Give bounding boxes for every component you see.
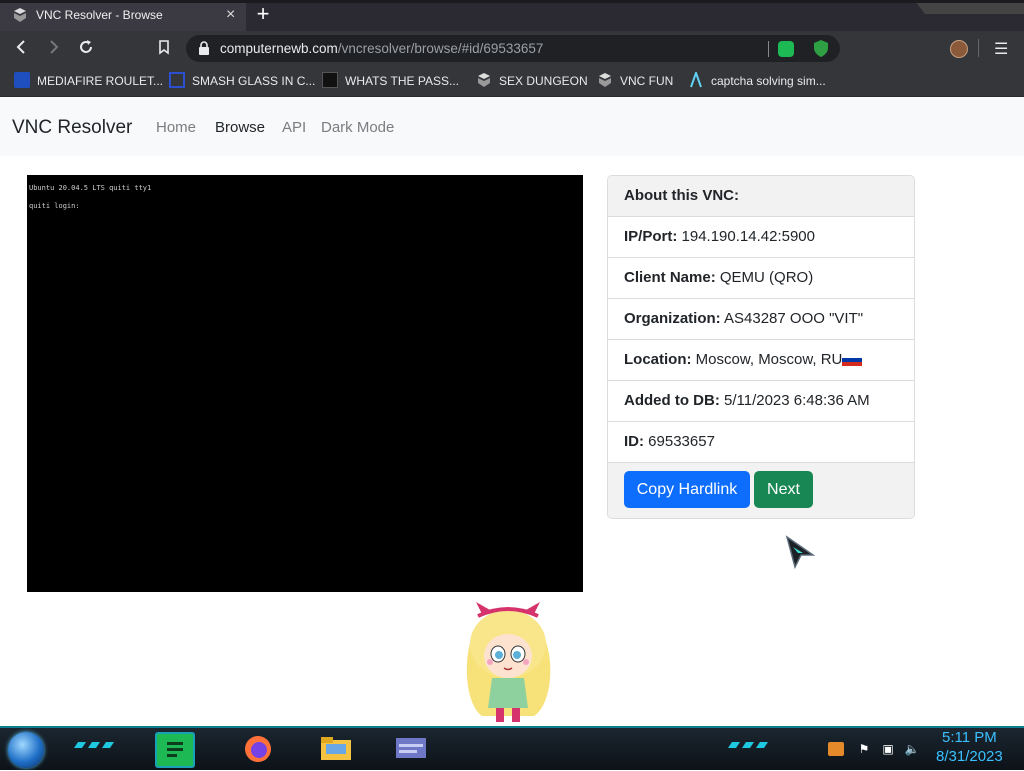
url-text: computernewb.com/vncresolver/browse/#id/… xyxy=(220,41,544,56)
bookmark-item[interactable]: MEDIAFIRE ROULET... xyxy=(14,72,163,88)
card-footer: Copy Hardlink Next xyxy=(608,463,914,518)
window-app-icon[interactable] xyxy=(393,732,429,764)
info-row-location: Location: Moscow, Moscow, RU xyxy=(608,340,914,381)
console-line: quiti login: xyxy=(29,202,80,210)
address-bar[interactable]: computernewb.com/vncresolver/browse/#id/… xyxy=(186,35,840,62)
tab-strip: VNC Resolver - Browse × + xyxy=(0,0,1024,31)
info-row-ip: IP/Port: 194.190.14.42:5900 xyxy=(608,217,914,258)
info-row-id: ID: 69533657 xyxy=(608,422,914,463)
vnc-favicon-icon xyxy=(14,8,26,22)
copy-hardlink-button[interactable]: Copy Hardlink xyxy=(624,471,750,508)
browser-toolbar: computernewb.com/vncresolver/browse/#id/… xyxy=(0,31,1024,64)
bookmark-item[interactable]: WHATS THE PASS... xyxy=(322,72,459,88)
glass-icon xyxy=(169,72,185,88)
tab-title: VNC Resolver - Browse xyxy=(36,8,163,22)
vnc-icon xyxy=(478,73,490,87)
taskbar-decoration xyxy=(728,742,768,748)
bookmark-item[interactable]: SEX DUNGEON xyxy=(476,72,588,88)
menu-icon[interactable]: ☰ xyxy=(994,39,1008,59)
mediafire-icon xyxy=(14,72,30,88)
new-tab-button[interactable]: + xyxy=(252,3,274,25)
bookmark-icon xyxy=(322,72,338,88)
firefox-icon[interactable] xyxy=(240,732,276,764)
bookmarks-bar: MEDIAFIRE ROULET... SMASH GLASS IN C... … xyxy=(0,64,1024,97)
info-row-organization: Organization: AS43287 OOO "VIT" xyxy=(608,299,914,340)
card-title: About this VNC: xyxy=(608,176,914,217)
site-navbar: VNC Resolver Home Browse API Dark Mode xyxy=(0,97,1024,156)
clock-time[interactable]: 5:11 PM xyxy=(942,729,997,746)
nav-home[interactable]: Home xyxy=(156,119,196,136)
browser-tab[interactable]: VNC Resolver - Browse × xyxy=(0,0,246,31)
bookmark-star-icon[interactable] xyxy=(155,39,173,57)
taskbar: ⚑ ▣ 🔈 5:11 PM 8/31/2023 xyxy=(0,726,1024,770)
network-icon[interactable]: ▣ xyxy=(880,742,896,756)
bookmark-item[interactable]: VNC FUN xyxy=(597,72,673,88)
lock-icon xyxy=(199,41,209,55)
forward-arrow-icon[interactable] xyxy=(45,39,63,57)
vnc-info-card: About this VNC: IP/Port: 194.190.14.42:5… xyxy=(607,175,915,519)
start-button[interactable] xyxy=(8,732,44,768)
profile-avatar[interactable] xyxy=(950,40,968,58)
console-line: Ubuntu 20.04.5 LTS quiti tty1 xyxy=(29,184,152,192)
file-explorer-icon[interactable] xyxy=(318,732,354,764)
bookmark-item[interactable]: SMASH GLASS IN C... xyxy=(169,72,315,88)
mouse-cursor-icon xyxy=(785,535,815,569)
next-button[interactable]: Next xyxy=(754,471,813,508)
vnc-icon xyxy=(599,73,611,87)
omnibox-separator xyxy=(768,41,769,57)
captcha-icon xyxy=(690,72,702,88)
reload-icon[interactable] xyxy=(77,39,95,57)
back-arrow-icon[interactable] xyxy=(12,39,30,57)
desktop-mascot-image xyxy=(466,602,551,722)
nav-browse[interactable]: Browse xyxy=(215,119,265,136)
vnc-screenshot: Ubuntu 20.04.5 LTS quiti tty1 quiti logi… xyxy=(27,175,583,592)
tray-app-icon[interactable] xyxy=(828,742,844,756)
nav-api[interactable]: API xyxy=(282,119,306,136)
window-controls[interactable] xyxy=(914,0,1024,14)
bookmark-item[interactable]: captcha solving sim... xyxy=(688,72,826,88)
flag-icon[interactable]: ⚑ xyxy=(856,742,872,756)
info-row-client: Client Name: QEMU (QRO) xyxy=(608,258,914,299)
info-row-added: Added to DB: 5/11/2023 6:48:36 AM xyxy=(608,381,914,422)
taskbar-decoration xyxy=(74,742,114,748)
russia-flag-icon xyxy=(842,354,863,366)
site-brand[interactable]: VNC Resolver xyxy=(12,117,132,139)
notes-app-icon[interactable] xyxy=(155,732,195,768)
extension-notes-icon[interactable] xyxy=(778,41,794,57)
nav-dark-mode[interactable]: Dark Mode xyxy=(321,119,394,136)
tab-close-icon[interactable]: × xyxy=(226,6,235,24)
volume-icon[interactable]: 🔈 xyxy=(904,742,920,756)
toolbar-separator xyxy=(978,39,979,57)
shield-icon[interactable] xyxy=(814,40,828,57)
clock-date[interactable]: 8/31/2023 xyxy=(936,748,1003,765)
